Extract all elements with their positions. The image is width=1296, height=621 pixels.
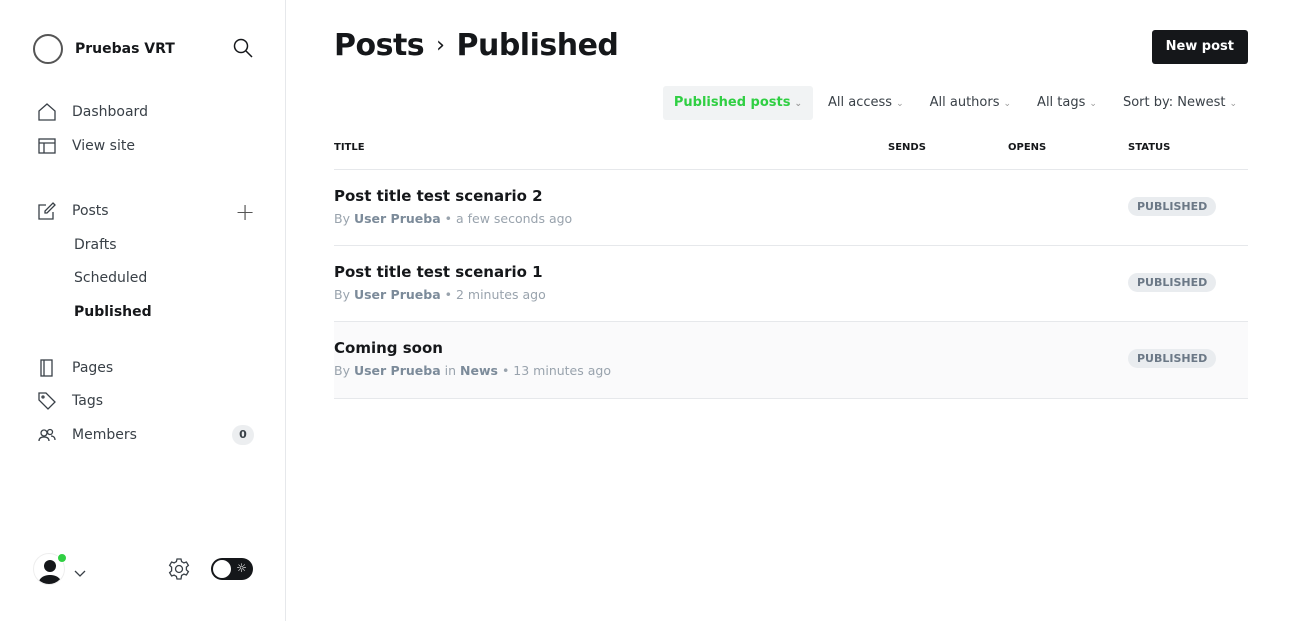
author: User Prueba xyxy=(353,363,441,378)
sidebar-item-dashboard[interactable]: Dashboard xyxy=(38,103,148,121)
post-title[interactable]: Post title test scenario 2 xyxy=(334,187,543,205)
sidebar-item-published[interactable]: Published xyxy=(74,304,152,320)
site-logo xyxy=(33,34,63,64)
sidebar-item-view-site[interactable]: View site xyxy=(38,137,135,155)
page-icon xyxy=(40,359,53,377)
chevron-down-icon: ⌄ xyxy=(1003,99,1012,109)
table-row[interactable]: Post title test scenario 2 By User Prueb… xyxy=(334,169,1248,245)
label: Sort by: Newest xyxy=(1122,95,1226,110)
members-icon xyxy=(38,428,56,442)
label: All tags xyxy=(1037,95,1086,110)
home-icon xyxy=(38,103,56,121)
new-post-button[interactable]: New post xyxy=(1151,30,1248,64)
sidebar-item-tags[interactable]: Tags xyxy=(38,392,103,410)
post-meta: By User Prueba • 2 minutes ago xyxy=(334,287,546,302)
by: By xyxy=(334,211,350,226)
gear-icon[interactable] xyxy=(168,558,190,584)
col-sends: SENDS xyxy=(888,142,926,153)
table-row[interactable]: Coming soon By User Prueba in News • 13 … xyxy=(334,321,1248,399)
author: User Prueba xyxy=(353,211,441,226)
col-opens: OPENS xyxy=(1008,142,1047,153)
breadcrumb-current: Published xyxy=(456,28,619,63)
layout-icon xyxy=(38,138,56,154)
time: • a few seconds ago xyxy=(444,211,573,226)
chevron-down-icon: ⌄ xyxy=(1089,99,1097,109)
table-row[interactable]: Post title test scenario 1 By User Prueb… xyxy=(334,245,1248,321)
post-meta: By User Prueba in News • 13 minutes ago xyxy=(334,363,611,378)
label: Tags xyxy=(72,393,103,409)
sidebar-item-posts[interactable]: Posts xyxy=(38,202,109,220)
status-badge: PUBLISHED xyxy=(1128,349,1217,368)
filter-tags[interactable]: All tags ⌄ xyxy=(1026,86,1108,120)
sidebar: Pruebas VRT Dashboard View site Posts + … xyxy=(0,0,286,621)
status-badge: PUBLISHED xyxy=(1128,273,1217,292)
sidebar-item-pages[interactable]: Pages xyxy=(38,359,113,377)
label: All authors xyxy=(929,95,1000,110)
filter-authors[interactable]: All authors ⌄ xyxy=(919,86,1022,120)
tag-icon xyxy=(38,392,56,410)
sidebar-item-drafts[interactable]: Drafts xyxy=(74,237,117,253)
filter-bar: Published posts ⌄ All access ⌄ All authors… xyxy=(659,86,1248,120)
post-title[interactable]: Coming soon xyxy=(334,339,443,357)
author: User Prueba xyxy=(353,287,441,302)
time: • 2 minutes ago xyxy=(444,287,546,302)
by: By xyxy=(334,363,350,378)
col-status: STATUS xyxy=(1128,142,1171,153)
post-title[interactable]: Post title test scenario 1 xyxy=(334,263,543,281)
label: Dashboard xyxy=(72,104,148,120)
label: Members xyxy=(72,427,137,443)
status-badge: PUBLISHED xyxy=(1128,197,1217,216)
online-status-dot xyxy=(57,553,67,563)
breadcrumb-posts[interactable]: Posts xyxy=(334,28,425,63)
sidebar-item-members[interactable]: Members xyxy=(38,426,137,444)
label: Posts xyxy=(72,203,109,219)
sun-icon: ☼ xyxy=(236,561,247,575)
col-title: TITLE xyxy=(334,142,365,153)
chevron-down-icon: ⌄ xyxy=(794,99,803,109)
in: in xyxy=(444,363,457,378)
by: By xyxy=(334,287,350,302)
time: • 13 minutes ago xyxy=(501,363,611,378)
theme-toggle[interactable]: ☼ xyxy=(211,558,253,580)
filter-access[interactable]: All access ⌄ xyxy=(817,86,915,120)
sidebar-item-scheduled[interactable]: Scheduled xyxy=(74,270,147,286)
label: View site xyxy=(72,138,135,154)
chevron-down-icon: ⌄ xyxy=(1229,99,1237,109)
members-count-badge: 0 xyxy=(232,425,254,445)
label: All access xyxy=(828,95,893,110)
label: Published posts xyxy=(673,95,791,110)
post-meta: By User Prueba • a few seconds ago xyxy=(334,211,572,226)
page-title: Posts › Published xyxy=(334,28,619,63)
search-icon[interactable] xyxy=(233,38,253,62)
site-brand[interactable]: Pruebas VRT xyxy=(33,34,175,64)
tag: News xyxy=(460,363,498,378)
filter-type[interactable]: Published posts ⌄ xyxy=(662,86,814,120)
site-name: Pruebas VRT xyxy=(75,41,175,57)
edit-icon xyxy=(38,202,56,220)
add-post-icon[interactable]: + xyxy=(235,200,255,224)
chevron-down-icon[interactable] xyxy=(74,563,86,582)
breadcrumb-chevron-icon: › xyxy=(436,33,445,58)
label: Pages xyxy=(72,360,114,376)
chevron-down-icon: ⌄ xyxy=(896,99,904,109)
sort-order[interactable]: Sort by: Newest ⌄ xyxy=(1112,86,1248,120)
